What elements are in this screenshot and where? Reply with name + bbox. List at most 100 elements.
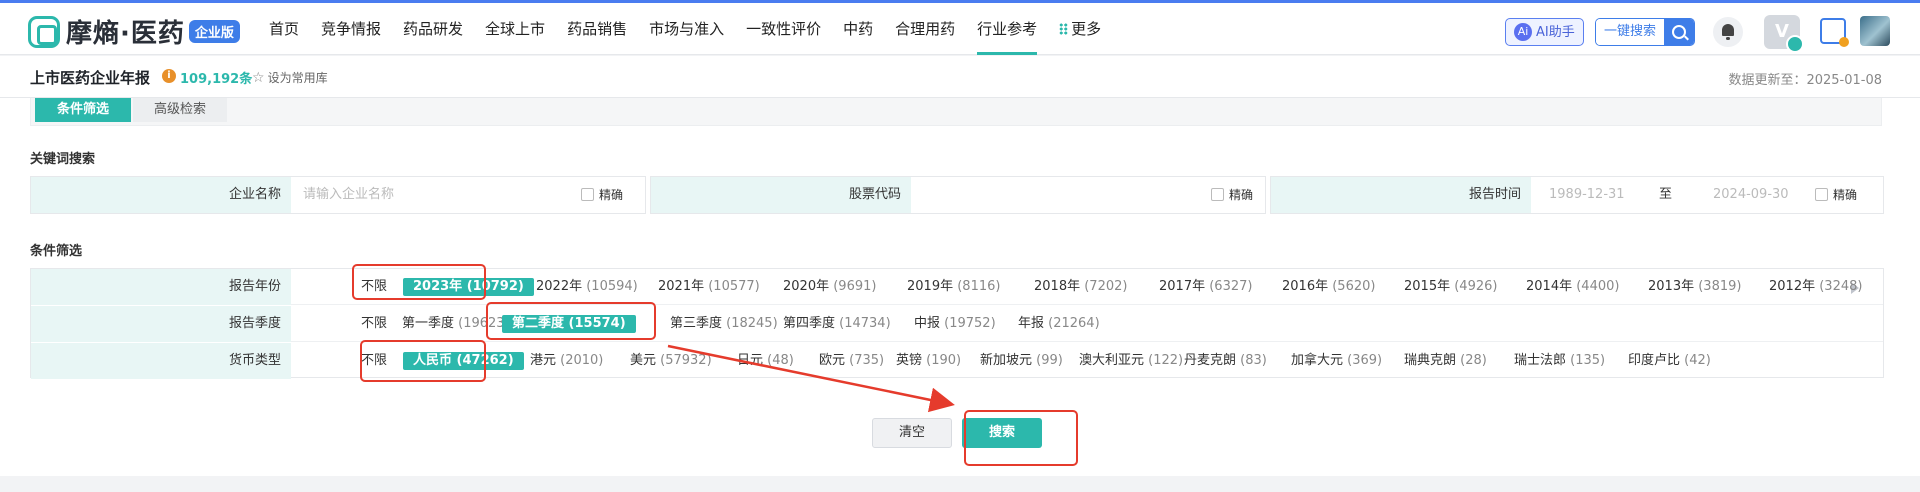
- nav-tcm[interactable]: 中药: [843, 3, 873, 55]
- filter-option-label: 2016年: [1282, 279, 1329, 294]
- checkbox-icon: [1211, 188, 1224, 201]
- filter-option[interactable]: 2012年 (3248): [1769, 278, 1862, 296]
- filter-option[interactable]: 新加坡元 (99): [980, 352, 1063, 370]
- filter-option-label: 丹麦克朗: [1184, 353, 1237, 368]
- filter-option[interactable]: 2013年 (3819): [1648, 278, 1741, 296]
- stock-code-input[interactable]: 精确: [911, 177, 1265, 213]
- filter-row-label: 报告年份: [31, 269, 291, 305]
- filter-option[interactable]: 第四季度 (14734): [783, 315, 891, 333]
- filter-option[interactable]: 瑞典克朗 (28): [1404, 352, 1487, 370]
- filter-option[interactable]: 2014年 (4400): [1526, 278, 1619, 296]
- filter-option-label: 加拿大元: [1291, 353, 1344, 368]
- record-count: 109,192条: [180, 72, 253, 87]
- nav-drug-sales[interactable]: 药品销售: [567, 3, 627, 55]
- tab-advanced-search[interactable]: 高级检索: [133, 98, 227, 122]
- set-favorite-button[interactable]: ☆ 设为常用库: [252, 69, 328, 86]
- filter-option[interactable]: 2020年 (9691): [783, 278, 876, 296]
- filter-option[interactable]: 澳大利亚元 (122): [1079, 352, 1183, 370]
- nav-more[interactable]: 更多: [1059, 3, 1101, 55]
- filter-option[interactable]: 加拿大元 (369): [1291, 352, 1382, 370]
- filter-option[interactable]: 2023年 (10792): [403, 278, 534, 296]
- nav-industry-reference[interactable]: 行业参考: [977, 3, 1038, 55]
- filter-option-label: 不限: [361, 353, 388, 368]
- filter-option[interactable]: 年报 (21264): [1018, 315, 1100, 333]
- brand-logo[interactable]: 摩熵·医药 企业版: [28, 13, 240, 50]
- filter-option-label: 2015年: [1404, 279, 1451, 294]
- filter-row-label: 货币类型: [31, 343, 291, 379]
- time-exact-checkbox[interactable]: 精确: [1815, 188, 1857, 202]
- grid-dots-icon: [1059, 23, 1069, 35]
- filter-option[interactable]: 欧元 (735): [819, 352, 884, 370]
- nav-global-launch[interactable]: 全球上市: [485, 3, 545, 55]
- filter-option[interactable]: 2019年 (8116): [907, 278, 1000, 296]
- edition-badge: 企业版: [188, 20, 240, 43]
- clear-button[interactable]: 清空: [872, 418, 952, 448]
- filter-option[interactable]: 不限: [361, 278, 387, 296]
- checkbox-icon: [1815, 188, 1828, 201]
- filter-row-quarter: 报告季度 不限 第一季度 (19623) 第二季度 (15574) 第三季度 (182…: [31, 306, 1883, 342]
- filter-option[interactable]: 第三季度 (18245): [670, 315, 778, 333]
- filter-option[interactable]: 日元 (48): [737, 352, 794, 370]
- filter-option[interactable]: 丹麦克朗 (83): [1184, 352, 1267, 370]
- ai-assistant-label: AI助手: [1536, 24, 1575, 40]
- filter-option-count: (2010): [556, 353, 604, 368]
- filter-option-count: (57932): [656, 353, 712, 368]
- filter-option-label: 日元: [737, 353, 764, 368]
- company-exact-checkbox[interactable]: 精确: [581, 188, 623, 202]
- filter-option[interactable]: 港元 (2010): [530, 352, 603, 370]
- exact-label: 精确: [1229, 188, 1254, 202]
- nav-home[interactable]: 首页: [269, 3, 299, 55]
- filter-options-quarter: 不限 第一季度 (19623) 第二季度 (15574) 第三季度 (18245) 第四…: [291, 306, 1883, 342]
- filter-option-label: 2023年: [413, 279, 463, 294]
- main-nav: 首页 竞争情报 药品研发 全球上市 药品销售 市场与准入 一致性评价 中药 合理…: [269, 3, 1123, 55]
- filter-option[interactable]: 人民币 (47262): [403, 352, 524, 370]
- avatar[interactable]: [1860, 16, 1890, 46]
- filter-option[interactable]: 不限: [361, 315, 387, 333]
- ai-assistant-button[interactable]: Ai AI助手: [1505, 18, 1584, 46]
- set-favorite-label: 设为常用库: [267, 71, 328, 85]
- nav-drug-rd[interactable]: 药品研发: [403, 3, 463, 55]
- filter-option[interactable]: 第二季度 (15574): [502, 315, 636, 333]
- filter-option[interactable]: 2016年 (5620): [1282, 278, 1375, 296]
- filter-option[interactable]: 2021年 (10577): [658, 278, 760, 296]
- filter-option[interactable]: 瑞士法郎 (135): [1514, 352, 1605, 370]
- filter-option-label: 印度卢比: [1628, 353, 1681, 368]
- filter-option[interactable]: 美元 (57932): [630, 352, 712, 370]
- filter-option-count: (48): [763, 353, 794, 368]
- nav-competitive-intel[interactable]: 竞争情报: [321, 3, 381, 55]
- search-panel: 条件筛选 高级检索 关键词搜索 企业名称 请输入企业名称 精确 股票代码 精确 …: [0, 98, 1920, 476]
- search-icon[interactable]: [1664, 19, 1695, 45]
- keyword-section-title: 关键词搜索: [30, 152, 96, 167]
- one-click-search[interactable]: 一键搜索: [1595, 18, 1696, 46]
- book-icon[interactable]: [1820, 18, 1849, 47]
- search-button[interactable]: 搜索: [962, 418, 1042, 448]
- filter-option-label: 新加坡元: [980, 353, 1033, 368]
- filter-option-count: (14734): [835, 316, 891, 331]
- nav-consistency-eval[interactable]: 一致性评价: [746, 3, 821, 55]
- info-icon[interactable]: i: [162, 69, 176, 83]
- filter-row-label: 报告季度: [31, 306, 291, 342]
- nav-market-access[interactable]: 市场与准入: [649, 3, 724, 55]
- bell-icon[interactable]: [1713, 17, 1743, 47]
- vip-badge[interactable]: V: [1764, 15, 1804, 53]
- tab-condition-filter[interactable]: 条件筛选: [35, 98, 131, 122]
- filter-table: 报告年份 不限 2023年 (10792) 2022年 (10594) 2021年 (…: [30, 268, 1884, 379]
- company-name-input[interactable]: 请输入企业名称 精确: [291, 177, 645, 213]
- filter-option[interactable]: 英镑 (190): [896, 352, 961, 370]
- filter-option-count: (10594): [582, 279, 638, 294]
- filter-option[interactable]: 印度卢比 (42): [1628, 352, 1711, 370]
- filter-option[interactable]: 2018年 (7202): [1034, 278, 1127, 296]
- nav-rational-drug-use[interactable]: 合理用药: [895, 3, 955, 55]
- exact-label: 精确: [599, 188, 624, 202]
- filter-option[interactable]: 第一季度 (19623): [402, 315, 510, 333]
- date-from-input[interactable]: 1989-12-31: [1549, 177, 1625, 213]
- filter-option[interactable]: 2022年 (10594): [536, 278, 638, 296]
- filter-option[interactable]: 2015年 (4926): [1404, 278, 1497, 296]
- filter-option[interactable]: 中报 (19752): [914, 315, 996, 333]
- filter-option-count: (15574): [564, 316, 626, 331]
- ai-icon: Ai: [1514, 23, 1532, 41]
- filter-option[interactable]: 2017年 (6327): [1159, 278, 1252, 296]
- date-to-input[interactable]: 2024-09-30: [1713, 177, 1789, 213]
- filter-option[interactable]: 不限: [361, 352, 387, 370]
- stock-exact-checkbox[interactable]: 精确: [1211, 188, 1253, 202]
